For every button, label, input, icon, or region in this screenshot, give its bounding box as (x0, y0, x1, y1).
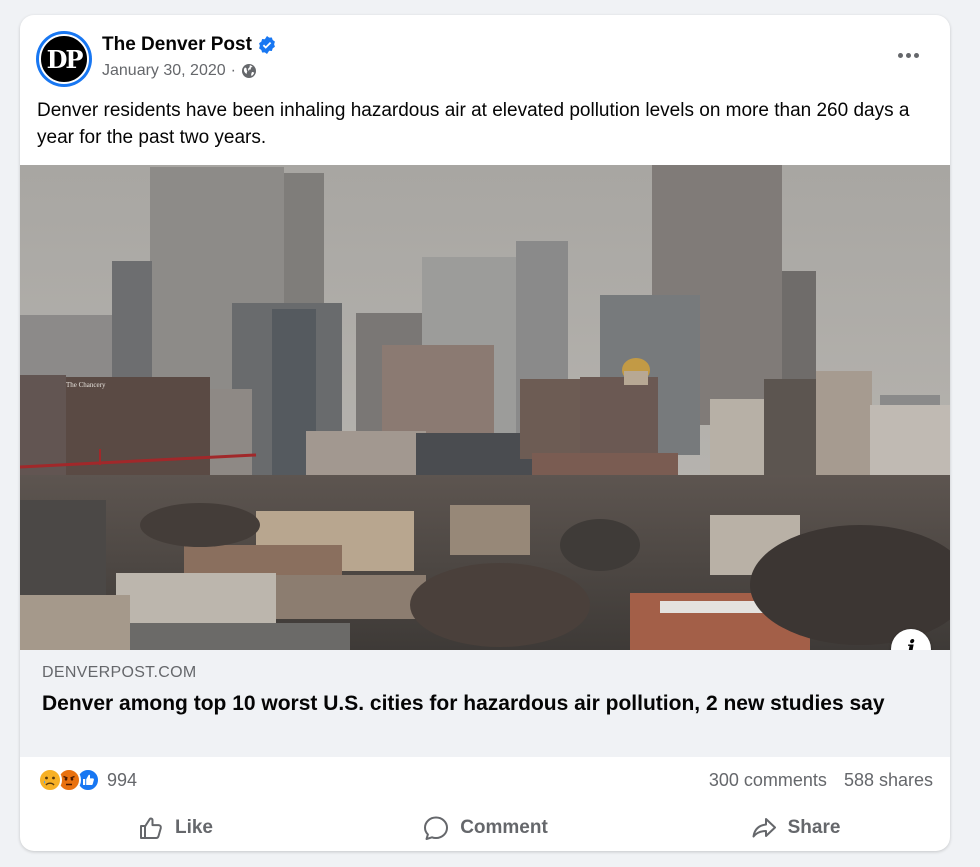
building (450, 505, 530, 555)
share-label: Share (787, 817, 841, 838)
building (210, 389, 252, 479)
trees (410, 563, 590, 647)
building (276, 575, 426, 619)
avatar[interactable]: DP (36, 31, 92, 87)
comment-icon (424, 816, 449, 840)
building (20, 595, 130, 650)
post-card: DP The Denver Post January 30, 2020 · De… (20, 15, 950, 851)
post-meta: January 30, 2020 · (102, 62, 257, 80)
building (816, 371, 872, 481)
comment-button[interactable]: Comment (330, 805, 640, 851)
share-button[interactable]: Share (640, 805, 950, 851)
like-button[interactable]: Like (20, 805, 330, 851)
more-dot-icon (913, 52, 919, 58)
building-sign: The Chancery (66, 381, 106, 389)
verified-badge-icon (259, 36, 275, 54)
trees (140, 503, 260, 547)
more-dot-icon (905, 52, 911, 58)
post-stats: 994 300 comments 588 shares (20, 757, 950, 805)
sad-reaction-icon (38, 768, 62, 792)
post-header: DP The Denver Post January 30, 2020 · (20, 15, 950, 95)
building (580, 377, 658, 457)
reaction-count: 994 (107, 769, 138, 790)
meta-separator: · (230, 62, 236, 79)
like-label: Like (174, 817, 214, 838)
shares-count-link[interactable]: 588 shares (844, 770, 933, 791)
like-icon (139, 817, 162, 839)
link-domain: DENVERPOST.COM (42, 664, 197, 681)
more-options-button[interactable] (890, 41, 926, 69)
comments-count-link[interactable]: 300 comments (709, 770, 827, 791)
reactions-summary[interactable]: 994 (38, 768, 137, 792)
page-name-link[interactable]: The Denver Post (102, 34, 276, 56)
post-text: Denver residents have been inhaling haza… (37, 100, 910, 148)
comment-label: Comment (460, 817, 548, 838)
post-date[interactable]: January 30, 2020 (102, 62, 226, 80)
avatar-logo: DP (39, 34, 89, 84)
trees (560, 519, 640, 571)
building (130, 623, 350, 650)
page-name[interactable]: The Denver Post (102, 34, 252, 56)
building (116, 573, 276, 623)
globe-icon (241, 64, 256, 78)
more-dot-icon (897, 52, 903, 58)
engagement-counts: 300 comments 588 shares (709, 770, 933, 791)
building (520, 379, 580, 459)
share-icon (752, 818, 776, 838)
post-photo[interactable]: The Chancery (20, 165, 950, 650)
dome-base (624, 371, 648, 385)
link-title[interactable]: Denver among top 10 worst U.S. cities fo… (42, 689, 902, 719)
link-preview[interactable]: DENVERPOST.COM Denver among top 10 worst… (20, 650, 950, 757)
building (660, 601, 770, 613)
building (870, 405, 950, 475)
action-bar: Like Comment Share (20, 805, 950, 851)
